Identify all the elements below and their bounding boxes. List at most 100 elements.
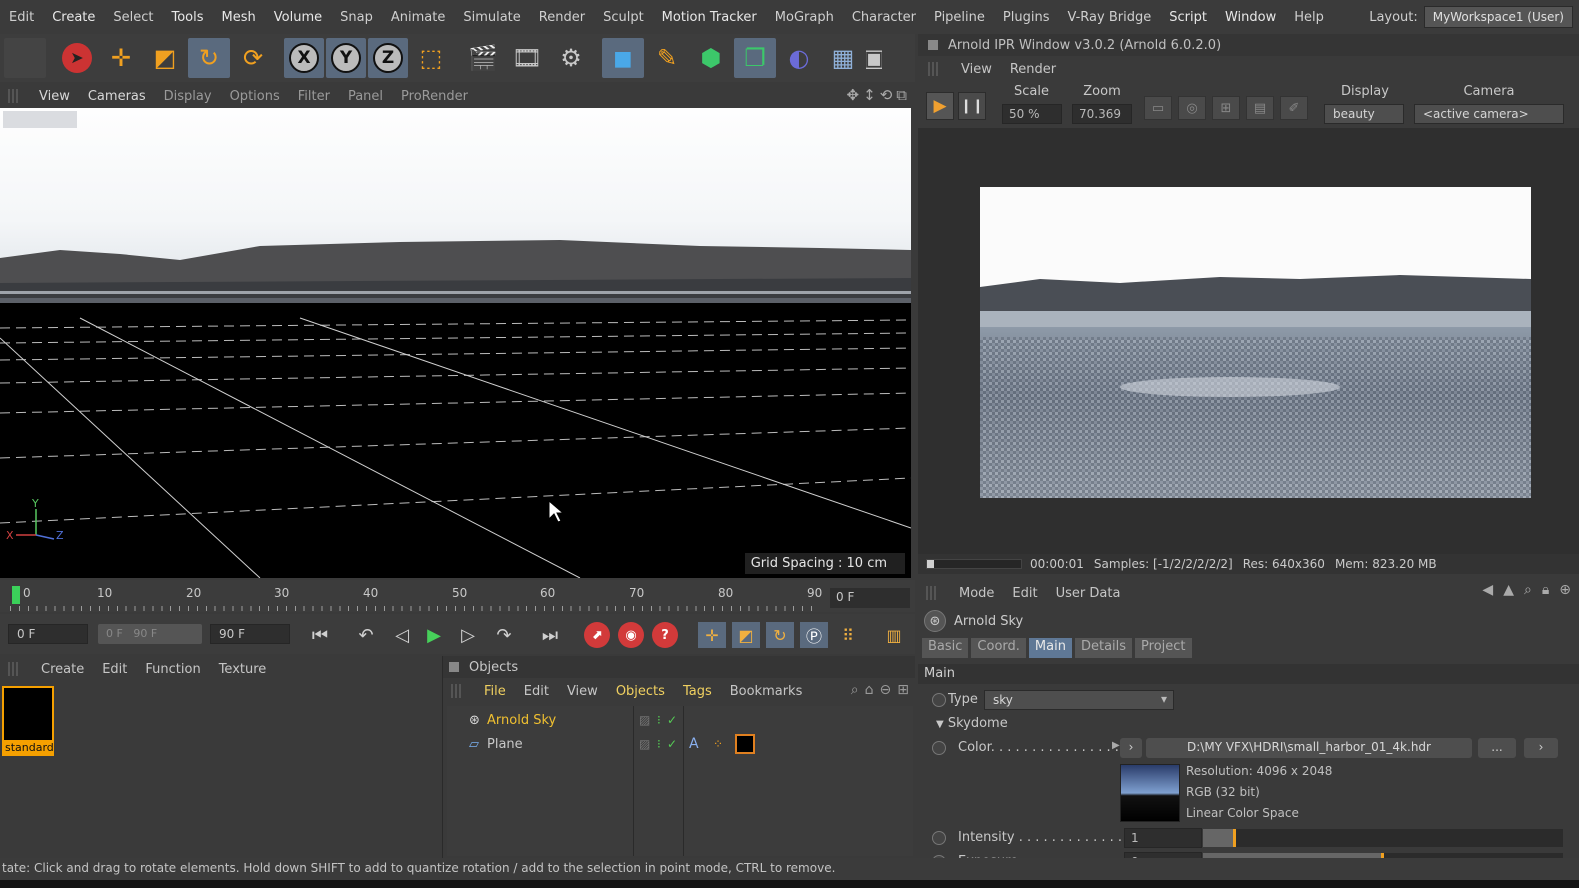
visibility-dots-icon[interactable]: ⁝ <box>657 737 661 751</box>
attributes-menu-edit[interactable]: Edit <box>1003 586 1046 601</box>
ipr-start-button[interactable]: ▶ <box>926 92 954 120</box>
autokey-button[interactable]: ◉ <box>618 622 644 648</box>
animate-radio[interactable] <box>932 693 946 707</box>
scale-tool-button[interactable]: ◩ <box>144 38 186 78</box>
viewport-menu-filter[interactable]: Filter <box>289 89 339 104</box>
menu-animate[interactable]: Animate <box>382 10 454 25</box>
visibility-dots-icon[interactable]: ⁝ <box>657 713 661 727</box>
menu-simulate[interactable]: Simulate <box>454 10 529 25</box>
end-frame-field[interactable]: 90 F <box>210 624 290 644</box>
expand-arrow-icon[interactable]: ▶ <box>1112 740 1120 751</box>
recent-tool-button[interactable]: ⟳ <box>232 38 274 78</box>
camera-select[interactable]: <active camera> <box>1414 104 1564 124</box>
skydome-group-header[interactable]: ▼ Skydome <box>936 716 1008 731</box>
menu-volume[interactable]: Volume <box>265 10 331 25</box>
objects-menu-objects[interactable]: Objects <box>607 684 674 699</box>
coordinate-system-button[interactable]: ⬚ <box>410 38 452 78</box>
objects-menu-bookmarks[interactable]: Bookmarks <box>721 684 812 699</box>
ipr-menu-view[interactable]: View <box>952 62 1001 77</box>
animate-radio[interactable] <box>932 741 946 755</box>
camera-button[interactable]: ▣ <box>866 38 882 78</box>
floor-button[interactable]: ▦ <box>822 38 864 78</box>
pen-spline-button[interactable]: ✎ <box>646 38 688 78</box>
select-tool-button[interactable]: ➤ <box>56 38 98 78</box>
key-rotation-button[interactable]: ↻ <box>766 622 794 648</box>
menu-edit[interactable]: Edit <box>0 10 43 25</box>
cube-primitive-button[interactable]: ◼ <box>602 38 644 78</box>
menu-select[interactable]: Select <box>104 10 162 25</box>
viewport-menu-panel[interactable]: Panel <box>339 89 392 104</box>
viewport-menu-options[interactable]: Options <box>221 89 289 104</box>
current-frame-field[interactable]: 0 F <box>830 588 910 608</box>
subdivision-button[interactable]: ⬢ <box>690 38 732 78</box>
material-menu-edit[interactable]: Edit <box>93 662 136 677</box>
tab-basic[interactable]: Basic <box>922 638 969 658</box>
object-name[interactable]: Arnold Sky <box>487 713 556 728</box>
phong-tag-icon[interactable]: ⁘ <box>713 737 723 751</box>
ipr-globe-button[interactable]: ◎ <box>1178 96 1206 120</box>
menu-vray-bridge[interactable]: V-Ray Bridge <box>1058 10 1160 25</box>
menu-sculpt[interactable]: Sculpt <box>594 10 653 25</box>
deformer-button[interactable]: ◐ <box>778 38 820 78</box>
key-scale-button[interactable]: ◩ <box>732 622 760 648</box>
go-to-start-button[interactable]: ⏮ <box>306 622 334 648</box>
viewport-menu-view[interactable]: View <box>30 89 79 104</box>
menu-script[interactable]: Script <box>1160 10 1216 25</box>
drag-grip-icon[interactable] <box>928 62 938 76</box>
z-axis-lock-button[interactable]: Z <box>368 38 408 78</box>
menu-snap[interactable]: Snap <box>331 10 382 25</box>
ipr-pause-button[interactable]: ❙❙ <box>958 92 986 120</box>
timeline[interactable]: 0 10 20 30 40 50 60 70 80 90 0 F <box>0 580 915 612</box>
frame-range-slider[interactable]: 0 F 90 F <box>98 624 202 644</box>
texture-arrow-button[interactable]: › <box>1120 738 1142 758</box>
viewport-menu-cameras[interactable]: Cameras <box>79 89 155 104</box>
new-panel-icon[interactable]: ⊕ <box>1559 582 1571 598</box>
ipr-menu-render[interactable]: Render <box>1001 62 1065 77</box>
previous-key-button[interactable]: ↶ <box>352 622 380 648</box>
zoom-field[interactable]: 70.369 <box>1072 104 1132 124</box>
back-arrow-icon[interactable]: ◀ <box>1482 582 1493 598</box>
next-frame-button[interactable]: ▷ <box>454 622 482 648</box>
y-axis-lock-button[interactable]: Y <box>326 38 366 78</box>
attributes-menu-user-data[interactable]: User Data <box>1047 586 1130 601</box>
keyframe-selection-button[interactable]: ? <box>652 622 678 648</box>
orbit-icon[interactable]: ⟲ <box>880 86 893 104</box>
material-menu-create[interactable]: Create <box>32 662 93 677</box>
material-menu-function[interactable]: Function <box>136 662 209 677</box>
ipr-region-button[interactable]: ⊞ <box>1212 96 1240 120</box>
browse-button[interactable]: ... <box>1478 738 1516 758</box>
material-menu-texture[interactable]: Texture <box>210 662 276 677</box>
record-button[interactable]: ⬈ <box>584 622 610 648</box>
object-name[interactable]: Plane <box>487 737 523 752</box>
layer-icon[interactable]: ▨ <box>639 713 650 727</box>
move-tool-button[interactable]: ✛ <box>100 38 142 78</box>
intensity-slider[interactable] <box>1203 829 1563 847</box>
timeline-playhead[interactable] <box>12 586 20 604</box>
menu-character[interactable]: Character <box>843 10 925 25</box>
drag-grip-icon[interactable] <box>926 586 936 600</box>
drag-grip-icon[interactable] <box>451 684 461 698</box>
menu-motion-tracker[interactable]: Motion Tracker <box>653 10 766 25</box>
search-icon[interactable]: ⌕ <box>1524 582 1532 598</box>
window-menu-icon[interactable] <box>449 662 459 672</box>
material-tag-icon[interactable] <box>735 734 755 754</box>
key-pla-button[interactable]: ⠿ <box>834 622 862 648</box>
drag-grip-icon[interactable] <box>8 662 18 676</box>
tab-project[interactable]: Project <box>1135 638 1192 658</box>
previous-frame-button[interactable]: ◁ <box>388 622 416 648</box>
collapse-icon[interactable]: ⊖ <box>880 682 892 698</box>
menu-mesh[interactable]: Mesh <box>213 10 265 25</box>
arnold-tag-icon[interactable]: A <box>689 736 699 752</box>
color-texture-path[interactable]: D:\MY VFX\HDRI\small_harbor_01_4k.hdr <box>1146 738 1472 758</box>
objects-menu-edit[interactable]: Edit <box>515 684 558 699</box>
menu-pipeline[interactable]: Pipeline <box>925 10 994 25</box>
ipr-brush-button[interactable]: ✐ <box>1280 96 1308 120</box>
key-position-button[interactable]: ✛ <box>698 622 726 648</box>
go-to-end-button[interactable]: ⏭ <box>536 622 564 648</box>
start-frame-field[interactable]: 0 F <box>8 624 88 644</box>
enabled-check-icon[interactable]: ✓ <box>667 713 677 727</box>
ipr-snapshot-button[interactable]: ▤ <box>1246 96 1274 120</box>
dolly-icon[interactable]: ↕ <box>863 86 876 104</box>
maximize-view-icon[interactable]: ⧉ <box>896 86 907 104</box>
type-select[interactable]: sky <box>984 690 1174 710</box>
